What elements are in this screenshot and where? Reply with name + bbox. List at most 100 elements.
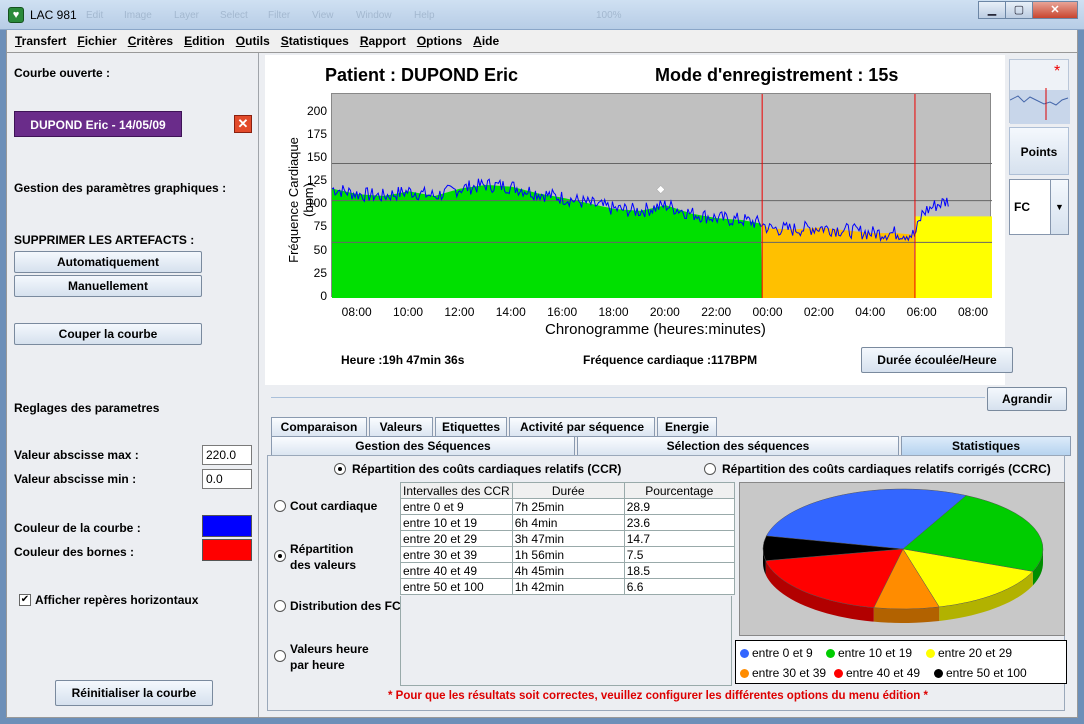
tab-comparaison[interactable]: Comparaison: [271, 417, 367, 437]
cout-cardiaque-radio[interactable]: [274, 500, 286, 512]
table-cell: 18.5: [623, 562, 735, 579]
valeurs-heure-radio[interactable]: [274, 650, 286, 662]
table-row[interactable]: entre 20 et 29 3h 47min 14.7: [400, 530, 735, 547]
tab-etiquettes[interactable]: Etiquettes: [435, 417, 507, 437]
table-cell: entre 20 et 29: [400, 530, 513, 547]
reinit-button[interactable]: Réinitialiser la courbe: [55, 680, 213, 706]
x-tick-label: 18:00: [598, 305, 629, 319]
mode-title: Mode d'enregistrement : 15s: [655, 65, 899, 85]
statistics-panel: Répartition des coûts cardiaques relatif…: [267, 455, 1067, 711]
table-row[interactable]: entre 50 et 100 1h 42min 6.6: [400, 578, 735, 595]
table-cell: 6h 4min: [511, 514, 625, 531]
fc-select-value: FC: [1014, 200, 1030, 214]
menu-transfert[interactable]: Transfert: [15, 34, 66, 48]
supprimer-label: SUPPRIMER LES ARTEFACTS :: [14, 233, 195, 247]
bounds-color-swatch[interactable]: [202, 539, 252, 561]
table-cell: 6.6: [623, 578, 735, 595]
menu-rapport[interactable]: Rapport: [360, 34, 406, 48]
y-tick-label: 200: [306, 103, 327, 118]
couleur-bornes-label: Couleur des bornes :: [14, 545, 135, 559]
menu-options[interactable]: Options: [417, 34, 462, 48]
x-tick-label: 14:00: [495, 305, 526, 319]
tab-valeurs[interactable]: Valeurs: [369, 417, 433, 437]
table-cell: 4h 45min: [511, 562, 625, 579]
gestion-label: Gestion des paramètres graphiques :: [14, 181, 227, 195]
maximize-icon[interactable]: ▢: [1005, 1, 1033, 19]
minimize-icon[interactable]: ▁: [978, 1, 1006, 19]
x-tick-label: 12:00: [444, 305, 475, 319]
ccr-pie-chart: [739, 482, 1065, 636]
legend-item: entre 40 et 49: [834, 666, 920, 680]
repartition-label-1: Répartition: [290, 542, 354, 556]
menu-criteres[interactable]: Critères: [128, 34, 173, 48]
couleur-courbe-label: Couleur de la courbe :: [14, 521, 141, 535]
auto-artefact-button[interactable]: Automatiquement: [14, 251, 202, 273]
tab-selection-sequences[interactable]: Sélection des séquences: [577, 436, 899, 456]
table-header-row: Intervalles des CCR Durée Pourcentage: [400, 482, 735, 499]
y-tick-label: 50: [313, 242, 327, 257]
legend-dot: [834, 668, 843, 678]
menu-edition[interactable]: Edition: [184, 34, 225, 48]
couper-courbe-button[interactable]: Couper la courbe: [14, 323, 202, 345]
menu-statistiques[interactable]: Statistiques: [281, 34, 349, 48]
x-tick-label: 02:00: [803, 305, 834, 319]
y-tick-label: 125: [306, 173, 327, 188]
menu-fichier[interactable]: Fichier: [77, 34, 116, 48]
menu-outils[interactable]: Outils: [236, 34, 270, 48]
distribution-radio[interactable]: [274, 600, 286, 612]
abscisse-min-label: Valeur abscisse min :: [14, 472, 137, 486]
distribution-label: Distribution des FC: [290, 599, 401, 613]
abscisse-max-input[interactable]: 220.0: [202, 445, 252, 465]
ccrc-label: Répartition des coûts cardiaques relatif…: [722, 462, 1051, 476]
tab-activite[interactable]: Activité par séquence: [509, 417, 655, 437]
tab-gestion-sequences[interactable]: Gestion des Séquences: [271, 436, 575, 456]
legend-dot: [934, 668, 943, 678]
open-curve-button[interactable]: DUPOND Eric - 14/05/09: [14, 111, 182, 137]
table-row[interactable]: entre 0 et 9 7h 25min 28.9: [400, 498, 735, 515]
table-row[interactable]: entre 40 et 49 4h 45min 18.5: [400, 562, 735, 579]
menu-aide[interactable]: Aide: [473, 34, 499, 48]
x-tick-label: 04:00: [855, 305, 886, 319]
table-header: Pourcentage: [623, 482, 735, 499]
heart-rate-plot[interactable]: [331, 93, 992, 298]
curve-color-swatch[interactable]: [202, 515, 252, 537]
y-tick-label: 0: [320, 289, 327, 303]
x-tick-label: 20:00: [649, 305, 680, 319]
duree-heure-button[interactable]: Durée écoulée/Heure: [861, 347, 1013, 373]
zone-area: [332, 184, 763, 298]
afficher-checkbox[interactable]: ✔: [19, 594, 31, 606]
chart-thumbnail[interactable]: *: [1009, 59, 1070, 124]
cout-cardiaque-label: Cout cardiaque: [290, 499, 378, 513]
chart-panel: Patient : DUPOND Eric Mode d'enregistrem…: [265, 55, 1013, 385]
table-row[interactable]: entre 30 et 39 1h 56min 7.5: [400, 546, 735, 563]
manual-artefact-button[interactable]: Manuellement: [14, 275, 202, 297]
table-cell: entre 0 et 9: [400, 498, 513, 515]
y-tick-label: 25: [313, 265, 327, 280]
ghost-menu-item: Window: [356, 10, 392, 21]
table-cell: 7.5: [623, 546, 735, 563]
chevron-down-icon[interactable]: ▼: [1050, 180, 1068, 234]
agrandir-button[interactable]: Agrandir: [987, 387, 1067, 411]
points-button[interactable]: Points: [1009, 127, 1069, 175]
close-curve-icon[interactable]: ✕: [234, 115, 252, 133]
fc-select[interactable]: FC ▼: [1009, 179, 1069, 235]
tab-statistiques[interactable]: Statistiques: [901, 436, 1071, 456]
table-cell: 1h 42min: [511, 578, 625, 595]
close-window-icon[interactable]: ✕: [1032, 1, 1078, 19]
table-row[interactable]: entre 10 et 19 6h 4min 23.6: [400, 514, 735, 531]
x-tick-label: 00:00: [752, 305, 783, 319]
asterisk-icon: *: [1054, 63, 1060, 80]
heure-readout: Heure :19h 47min 36s: [341, 353, 465, 367]
ghost-menu-item: View: [312, 10, 334, 21]
freq-readout: Fréquence cardiaque :117BPM: [583, 353, 758, 367]
abscisse-min-input[interactable]: 0.0: [202, 469, 252, 489]
afficher-label: Afficher repères horizontaux: [35, 593, 199, 607]
window-controls: ▁ ▢ ✕: [978, 1, 1078, 19]
ccrc-radio[interactable]: [704, 463, 716, 475]
ccr-radio[interactable]: [334, 463, 346, 475]
legend-dot: [740, 648, 749, 658]
table-cell: entre 40 et 49: [400, 562, 513, 579]
legend-dot: [740, 668, 749, 678]
repartition-radio[interactable]: [274, 550, 286, 562]
tab-energie[interactable]: Energie: [657, 417, 717, 437]
